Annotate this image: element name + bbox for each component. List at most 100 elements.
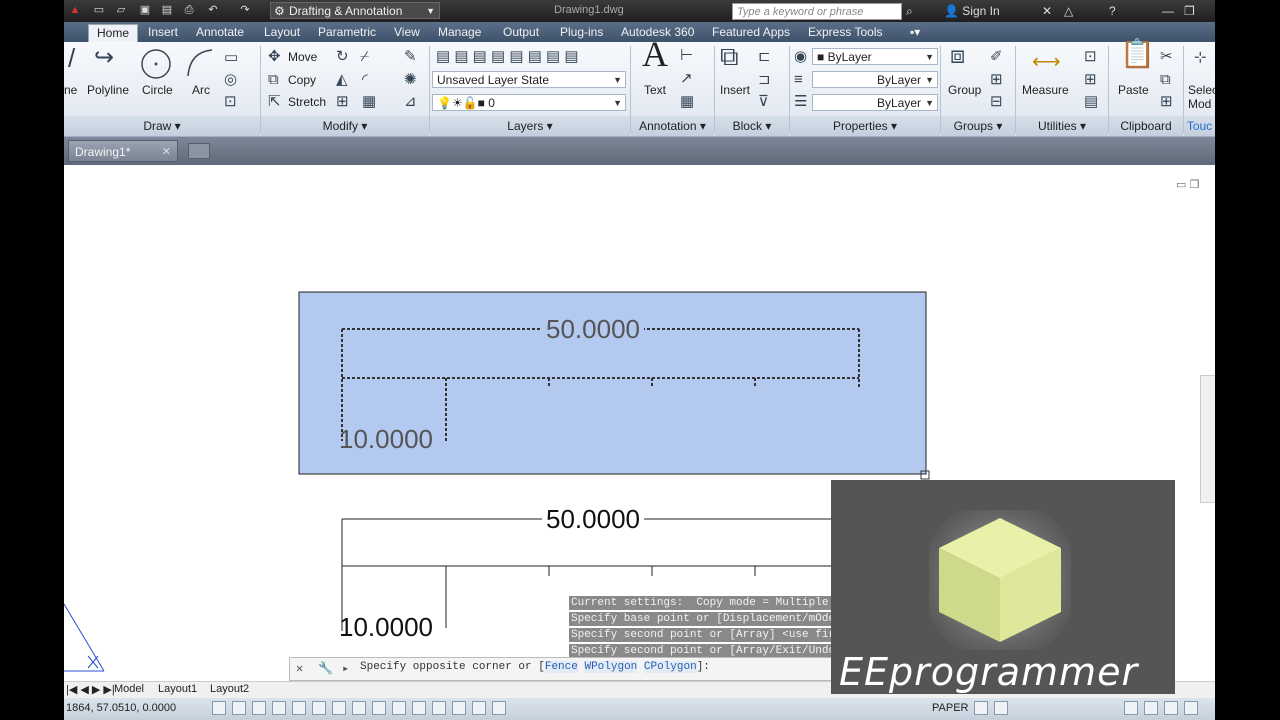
touch-panel-title[interactable]: Touc [1184, 116, 1215, 136]
quick-view-drawings-icon[interactable] [994, 701, 1008, 715]
ribbon-toggle-icon[interactable]: ▪▾ [910, 25, 920, 39]
vertical-scrollbar[interactable] [1200, 375, 1215, 503]
osnap-icon[interactable] [312, 701, 326, 715]
line-icon[interactable]: / [68, 45, 75, 71]
id-point-icon[interactable]: ▤ [1084, 94, 1098, 110]
layer-state-select[interactable]: Unsaved Layer State ▼ [432, 71, 626, 88]
isolate-icon[interactable] [1184, 701, 1198, 715]
group-icon[interactable]: ⧈ [950, 44, 965, 68]
mirror-icon[interactable]: ◭ [336, 72, 348, 88]
insert-icon[interactable]: ⧉ [720, 43, 739, 69]
new-tab-button[interactable] [188, 143, 210, 159]
tab-express-tools[interactable]: Express Tools [808, 25, 882, 39]
trim-icon[interactable]: ⌿ [360, 49, 369, 65]
offset-icon[interactable]: ⊿ [404, 94, 417, 110]
measure-icon[interactable]: ⟷ [1032, 52, 1061, 72]
infer-constraints-icon[interactable] [212, 701, 226, 715]
tab-manage[interactable]: Manage [438, 25, 481, 39]
option-cpolygon[interactable]: CPolygon [643, 661, 697, 673]
close-icon[interactable]: ✕ [162, 141, 171, 163]
ducs-icon[interactable] [372, 701, 386, 715]
tab-layout2[interactable]: Layout2 [210, 683, 249, 695]
region-icon[interactable]: ⊡ [224, 94, 237, 110]
exchange-icon[interactable]: ✕ [1042, 4, 1052, 18]
minimize-icon[interactable]: — [1162, 4, 1174, 18]
binoculars-icon[interactable]: ⌕ [906, 4, 913, 19]
dimension-icon[interactable]: ⊢ [680, 48, 693, 64]
stay-connected-icon[interactable]: △ [1064, 4, 1073, 18]
close-icon[interactable]: ✕ [296, 661, 303, 676]
properties-panel-title[interactable]: Properties ▾ [790, 116, 940, 136]
polyline-icon[interactable]: ↪ [94, 46, 114, 70]
lineweight-select[interactable]: ByLayer ▼ [812, 94, 938, 111]
modify-panel-title[interactable]: Modify ▾ [261, 116, 429, 136]
paste-button[interactable]: Paste [1118, 83, 1149, 97]
workspace-select[interactable]: ⚙ Drafting & Annotation ▼ [270, 2, 440, 19]
tab-view[interactable]: View [394, 25, 420, 39]
copy-button[interactable]: Copy [288, 73, 316, 87]
app-logo-icon[interactable]: ▲ [68, 3, 82, 17]
circle-icon[interactable] [140, 48, 172, 84]
layout-nav-icons[interactable]: |◀ ◀ ▶ ▶| [66, 683, 115, 696]
save-icon[interactable]: ▣ [138, 3, 152, 17]
lock-icon[interactable] [1144, 701, 1158, 715]
option-wpolygon[interactable]: WPolygon [584, 661, 638, 673]
print-icon[interactable]: ⎙ [182, 3, 196, 17]
groups-panel-title[interactable]: Groups ▾ [941, 116, 1015, 136]
annotation-panel-title[interactable]: Annotation ▾ [631, 116, 714, 136]
utilities-panel-title[interactable]: Utilities ▾ [1016, 116, 1108, 136]
create-block-icon[interactable]: ⊏ [758, 49, 771, 65]
circle-label[interactable]: Circle [142, 83, 173, 97]
clipboard-panel-title[interactable]: Clipboard [1109, 116, 1183, 136]
scale-icon[interactable]: ⊞ [336, 94, 349, 110]
quick-properties-icon[interactable] [452, 701, 466, 715]
insert-button[interactable]: Insert [720, 83, 750, 97]
redo-icon[interactable]: ↷ [238, 3, 252, 17]
table-icon[interactable]: ▦ [680, 94, 694, 110]
help-icon[interactable]: ? [1109, 4, 1116, 18]
otrack-icon[interactable] [352, 701, 366, 715]
workspace-switch-icon[interactable] [1124, 701, 1138, 715]
match-icon[interactable]: ⊞ [1160, 94, 1173, 110]
cut-icon[interactable]: ✂ [1160, 49, 1173, 65]
wrench-icon[interactable]: 🔧 [318, 661, 333, 676]
file-tab-drawing1[interactable]: Drawing1* ✕ [68, 140, 178, 162]
snap-icon[interactable] [232, 701, 246, 715]
sign-in-button[interactable]: 👤 Sign In [944, 4, 1000, 18]
copy-clip-icon[interactable]: ⧉ [1160, 72, 1171, 88]
tab-output[interactable]: Output [503, 25, 539, 39]
rotate-icon[interactable]: ↻ [336, 49, 349, 65]
tab-parametric[interactable]: Parametric [318, 25, 376, 39]
selection-cycling-icon[interactable] [472, 701, 486, 715]
paper-model-toggle[interactable]: PAPER [932, 702, 968, 714]
text-icon[interactable]: A [642, 36, 668, 72]
paste-icon[interactable]: 📋 [1120, 40, 1155, 68]
open-icon[interactable]: ▱ [114, 3, 128, 17]
rectangle-icon[interactable]: ▭ [224, 50, 238, 66]
3dosnap-icon[interactable] [332, 701, 346, 715]
list-icon[interactable]: ☰ [794, 94, 807, 110]
tab-layout1[interactable]: Layout1 [158, 683, 197, 695]
layer-properties-icon[interactable]: ▤ ▤ ▤ ▤ ▤ ▤ ▤ ▤ [436, 49, 579, 65]
select-mode-label[interactable]: Selec [1188, 83, 1215, 97]
text-button[interactable]: Text [644, 83, 666, 97]
tab-model[interactable]: Model [114, 683, 144, 695]
copy-icon[interactable]: ⧉ [268, 72, 279, 88]
viewport-controls[interactable]: ▭ ❐ [1176, 178, 1199, 191]
polar-icon[interactable] [292, 701, 306, 715]
edit-block-icon[interactable]: ⊐ [758, 72, 771, 88]
grid-icon[interactable] [252, 701, 266, 715]
quick-select-icon[interactable]: ⊡ [1084, 49, 1097, 65]
group-edit-icon[interactable]: ⊞ [990, 72, 1003, 88]
tab-layout[interactable]: Layout [264, 25, 300, 39]
calculator-icon[interactable]: ⊞ [1084, 72, 1097, 88]
undo-icon[interactable]: ↶ [206, 3, 220, 17]
group-selection-icon[interactable]: ⊟ [990, 94, 1003, 110]
attribute-icon[interactable]: ⊽ [758, 94, 769, 110]
tab-featured-apps[interactable]: Featured Apps [712, 25, 790, 39]
hardware-accel-icon[interactable] [1164, 701, 1178, 715]
annotation-monitor-icon[interactable] [492, 701, 506, 715]
tab-annotate[interactable]: Annotate [196, 25, 244, 39]
tab-plugins[interactable]: Plug-ins [560, 25, 603, 39]
erase-icon[interactable]: ✎ [404, 49, 417, 65]
